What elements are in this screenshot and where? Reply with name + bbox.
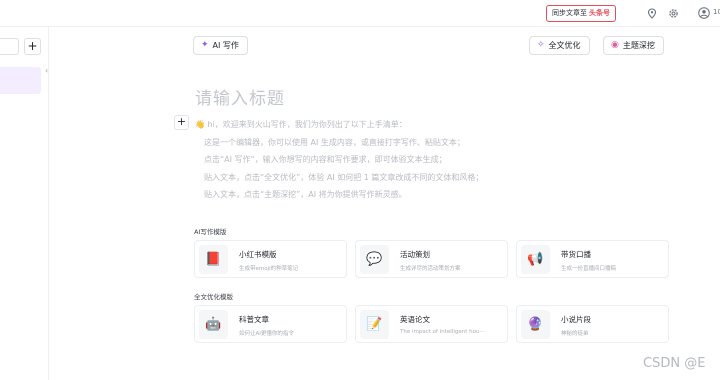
megaphone-icon: 📢	[521, 245, 550, 274]
template-name: 带货口播	[561, 250, 591, 259]
template-card[interactable]: 📕 小红书模版 生成带emoji的种草笔记	[194, 240, 347, 278]
book-icon: 📕	[199, 245, 228, 274]
optimization-templates-label: 全文优化模版	[194, 293, 233, 301]
intro-line: 贴入文本，点击“全文优化”，体验 AI 如何把 1 篇文章改成不同的文体和风格；	[204, 172, 484, 182]
editor-body[interactable]: 👋 hi，欢迎来到火山写作，我们为你列出了以下上手清单： 这是一个编辑器，你可以…	[195, 116, 483, 204]
template-card[interactable]: 📢 带货口播 生成一份直播间口播稿	[516, 240, 669, 278]
template-desc: 神秘的徒弟	[561, 331, 589, 337]
template-name: 活动策划	[400, 250, 430, 259]
add-document-button[interactable]: +	[24, 38, 41, 55]
intro-line: hi，欢迎来到火山写作，我们为你列出了以下上手清单：	[207, 120, 407, 129]
collapse-sidebar-icon[interactable]: ‹	[45, 66, 48, 75]
watermark: CSDN @E	[643, 356, 706, 371]
template-desc: 生成一份直播间口播稿	[561, 266, 617, 272]
template-desc: 如何让AI更懂你的指令	[239, 331, 294, 337]
sidebar: + ‹	[0, 27, 49, 380]
template-card[interactable]: 📝 英语论文 The impact of intelligent hou···	[355, 305, 508, 343]
bulb-icon: ◉	[611, 40, 619, 50]
user-count: 10	[713, 8, 720, 16]
sync-brand: 头条号	[589, 9, 610, 17]
ai-write-button[interactable]: ✦ AI 写作	[193, 36, 248, 55]
avatar-icon[interactable]	[697, 6, 711, 20]
sparkle-icon: ✦	[201, 40, 209, 50]
waving-hand-icon: 👋	[195, 120, 205, 129]
template-card[interactable]: 💬 活动策划 生成详尽的活动策划方案	[355, 240, 508, 278]
sync-to-toutiao-button[interactable]: 同步文章至 头条号	[546, 5, 616, 22]
location-pin-icon[interactable]	[645, 6, 659, 20]
template-desc: 生成带emoji的种草笔记	[239, 266, 299, 272]
sidebar-search-input[interactable]	[0, 38, 19, 55]
topic-label: 主题深挖	[622, 41, 655, 50]
editor-page: 同步文章至 头条号 10 + ‹ ✦ AI 写作 ✧ 全文优化 ◉ 主题深挖 请输…	[0, 0, 720, 380]
memo-icon: 📝	[360, 310, 389, 339]
ai-templates-label: AI写作模版	[194, 228, 227, 236]
top-bar: 同步文章至 头条号 10	[0, 0, 720, 27]
polish-button[interactable]: ✧ 全文优化	[529, 36, 590, 55]
template-name: 小说片段	[561, 315, 591, 324]
template-desc: The impact of intelligent hou···	[400, 329, 485, 335]
settings-icon[interactable]	[666, 6, 680, 20]
intro-line: 贴入文本，点击“主题深挖”，AI 将为你提供写作新灵感。	[204, 190, 407, 199]
title-input[interactable]: 请输入标题	[195, 84, 285, 109]
insert-block-button[interactable]: +	[174, 115, 189, 130]
intro-line: 这是一个编辑器，你可以使用 AI 生成内容，或直接打字写作、粘贴文本；	[204, 137, 465, 147]
template-card[interactable]: 🤖 科普文章 如何让AI更懂你的指令	[194, 305, 347, 343]
template-name: 小红书模版	[239, 250, 277, 259]
template-name: 科普文章	[239, 315, 269, 324]
intro-line: 点击“AI 写作”，输入你想写的内容和写作要求，即可体验文本生成；	[204, 155, 447, 164]
template-name: 英语论文	[400, 315, 430, 324]
polish-label: 全文优化	[548, 41, 581, 50]
ai-write-label: AI 写作	[212, 41, 239, 50]
topic-dig-button[interactable]: ◉ 主题深挖	[603, 36, 664, 55]
sidebar-item-current[interactable]	[0, 67, 41, 94]
template-desc: 生成详尽的活动策划方案	[400, 266, 461, 272]
crystal-ball-icon: 🔮	[521, 310, 550, 339]
sync-label: 同步文章至	[552, 9, 587, 17]
magic-wand-icon: ✧	[537, 40, 545, 50]
speech-bubble-icon: 💬	[360, 245, 389, 274]
robot-icon: 🤖	[199, 310, 228, 339]
template-card[interactable]: 🔮 小说片段 神秘的徒弟	[516, 305, 669, 343]
